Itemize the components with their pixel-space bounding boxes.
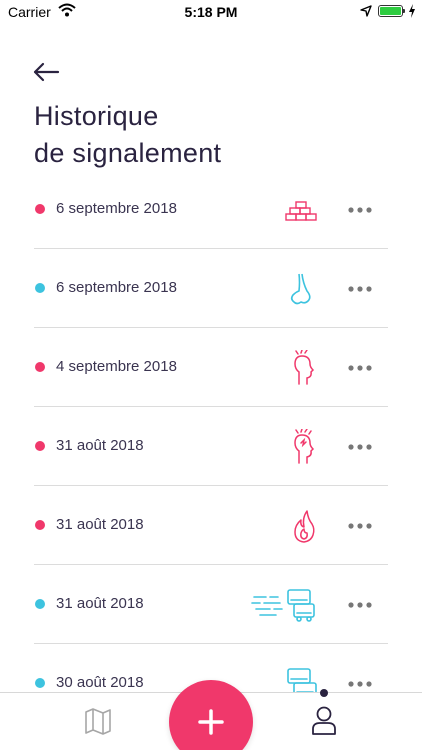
clock-time: 5:18 PM [184,4,238,20]
profile-icon[interactable] [310,705,338,735]
more-options-icon[interactable] [346,516,374,536]
map-icon[interactable] [84,707,112,735]
more-options-icon[interactable] [346,595,374,615]
more-options-icon[interactable] [346,674,374,694]
add-report-button[interactable] [169,680,253,750]
report-date: 6 septembre 2018 [56,279,177,296]
battery-tip [403,9,405,13]
more-options-icon[interactable] [346,358,374,378]
report-row[interactable]: 6 septembre 2018 [0,249,422,328]
status-dot [35,520,45,530]
report-date: 31 août 2018 [56,516,144,533]
battery-level [380,7,401,15]
fire-icon [294,510,315,543]
back-arrow-icon[interactable] [32,60,60,84]
location-arrow-icon [360,5,372,17]
head-stress-icon [294,429,315,464]
status-dot [35,599,45,609]
report-row[interactable]: 31 août 2018 [0,565,422,644]
report-row[interactable]: 4 septembre 2018 [0,328,422,407]
head-stress-icon [294,350,315,385]
charging-bolt-icon [409,4,415,18]
nose-icon [290,273,311,305]
report-row[interactable]: 6 septembre 2018 [0,170,422,249]
status-dot [35,678,45,688]
more-options-icon[interactable] [346,279,374,299]
battery-icon [378,5,405,17]
report-list: 6 septembre 2018 6 septembre 2018 4 sept… [0,170,422,723]
report-row[interactable]: 31 août 2018 [0,407,422,486]
status-dot [35,441,45,451]
report-date: 4 septembre 2018 [56,358,177,375]
report-row[interactable]: 31 août 2018 [0,486,422,565]
more-options-icon[interactable] [346,200,374,220]
page-title-line1: Historique [34,101,159,131]
report-date: 30 août 2018 [56,674,144,691]
add-icon [198,709,224,735]
more-options-icon[interactable] [346,437,374,457]
status-dot [35,362,45,372]
report-date: 31 août 2018 [56,437,144,454]
bricks-icon [285,201,317,221]
wind-traffic-icon [251,589,315,622]
active-tab-indicator [320,689,328,697]
status-bar: Carrier 5:18 PM [0,0,422,24]
report-date: 31 août 2018 [56,595,144,612]
page-title: Historique de signalement [34,98,221,172]
report-date: 6 septembre 2018 [56,200,177,217]
status-dot [35,204,45,214]
page-title-line2: de signalement [34,138,222,168]
status-dot [35,283,45,293]
